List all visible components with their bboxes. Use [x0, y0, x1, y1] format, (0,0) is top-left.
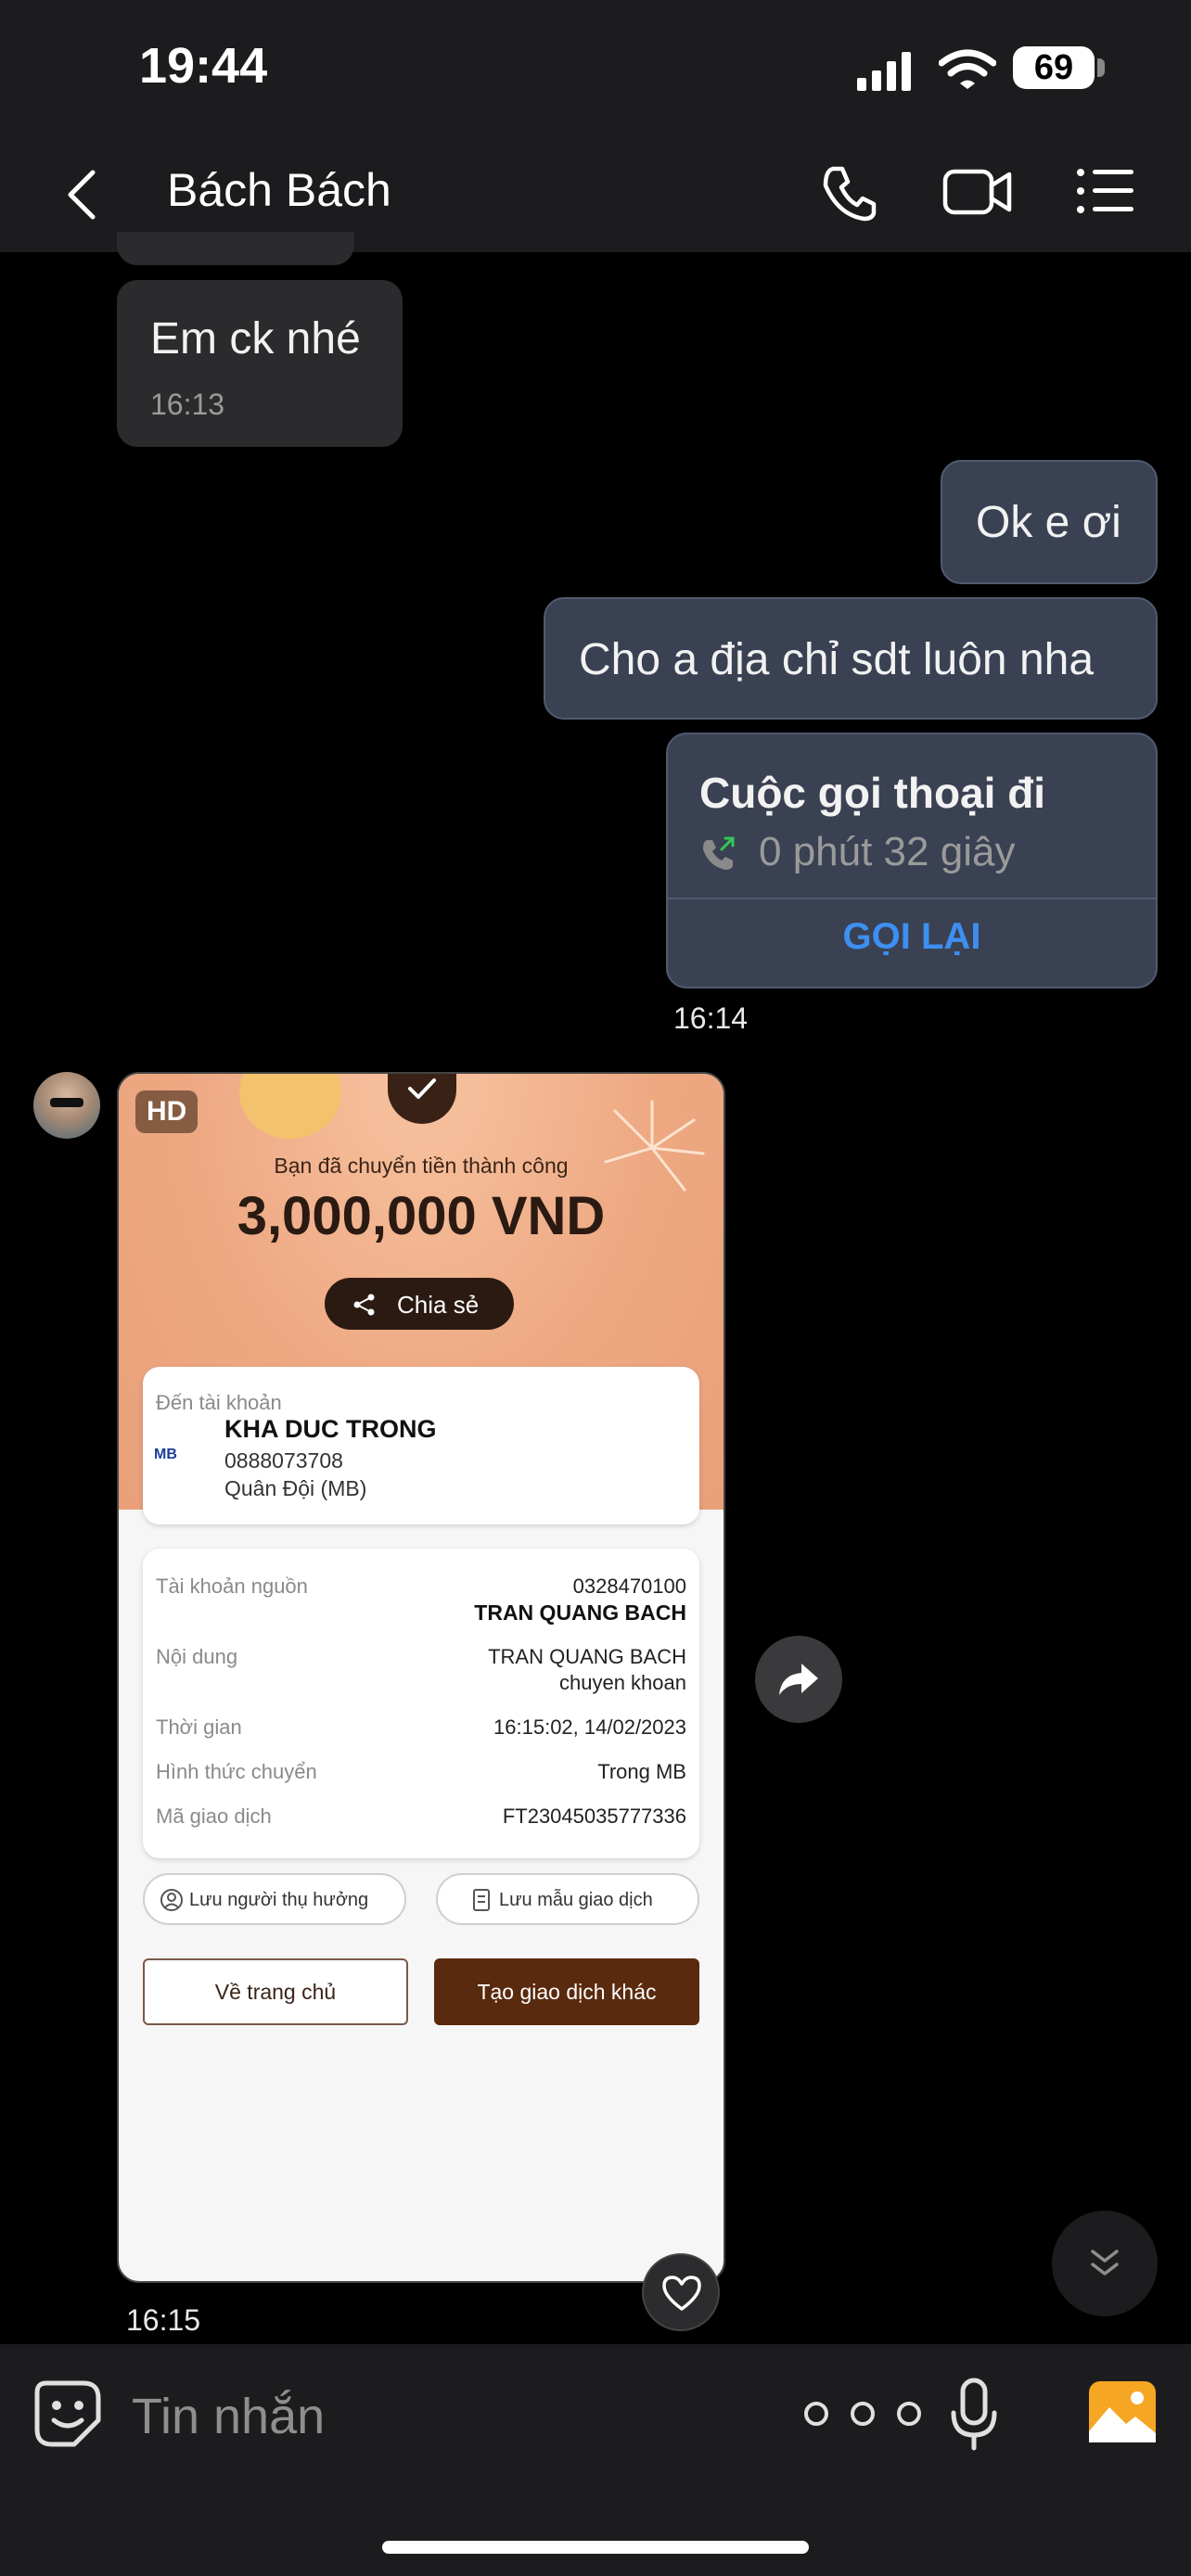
forward-arrow-icon	[779, 1664, 818, 1695]
message-text: Ok e ơi	[976, 498, 1121, 547]
call-title: Cuộc gọi thoại đi	[699, 769, 1046, 817]
message-time: 16:15	[126, 2303, 201, 2337]
message-input[interactable]	[130, 2383, 727, 2450]
hd-badge: HD	[135, 1090, 198, 1133]
status-time: 19:44	[139, 38, 268, 94]
detail-value: Trong MB	[597, 1760, 686, 1783]
avatar[interactable]	[33, 1072, 100, 1139]
detail-value-secondary: chuyen khoan	[559, 1671, 686, 1694]
detail-label: Mã giao dịch	[156, 1804, 272, 1828]
share-button[interactable]: Chia sẻ	[325, 1278, 514, 1330]
detail-value: 0328470100	[572, 1575, 686, 1598]
outgoing-message-bubble[interactable]: Cho a địa chỉ sdt luôn nha	[544, 597, 1158, 720]
scroll-to-bottom-button[interactable]	[1052, 2211, 1158, 2316]
incoming-message-bubble[interactable]: Em ck nhé 16:13	[117, 280, 403, 447]
sticker-emoji-icon[interactable]	[33, 2379, 102, 2448]
more-options-icon[interactable]	[801, 2400, 924, 2428]
reaction-heart-button[interactable]	[642, 2253, 720, 2331]
home-button-label: Về trang chủ	[214, 1979, 337, 2004]
detail-value: 16:15:02, 14/02/2023	[493, 1715, 686, 1739]
recipient-account-number: 0888073708	[224, 1448, 343, 1473]
message-text: Cho a địa chỉ sdt luôn nha	[579, 635, 1095, 684]
success-message: Bạn đã chuyển tiền thành công	[274, 1154, 569, 1178]
call-divider	[668, 898, 1156, 899]
heart-icon	[662, 2276, 701, 2311]
detail-label: Nội dung	[156, 1645, 238, 1668]
detail-label: Hình thức chuyển	[156, 1760, 317, 1783]
message-time: 16:14	[673, 1001, 749, 1035]
new-transaction-label: Tạo giao dịch khác	[477, 1979, 657, 2004]
avatar-glasses	[50, 1098, 83, 1107]
user-icon	[160, 1889, 183, 1911]
detail-value: TRAN QUANG BACH	[488, 1645, 686, 1668]
checkmark-icon	[408, 1078, 436, 1099]
save-beneficiary-button[interactable]: Lưu người thụ hưởng	[143, 1873, 406, 1925]
forward-button[interactable]	[755, 1636, 842, 1723]
battery-indicator: 69	[1013, 46, 1095, 89]
share-icon	[353, 1294, 375, 1316]
image-message[interactable]: HD Bạn đã chuyển tiền thành công 3,000,0…	[117, 1072, 725, 2283]
mb-bank-logo: MB	[154, 1447, 177, 1462]
chat-menu-icon[interactable]	[1076, 167, 1135, 215]
home-indicator	[382, 2541, 809, 2554]
message-text: Em ck nhé	[150, 314, 361, 363]
new-transaction-button[interactable]: Tạo giao dịch khác	[434, 1958, 699, 2025]
microphone-icon[interactable]	[950, 2378, 998, 2452]
recipient-name: KHA DUC TRONG	[224, 1415, 437, 1443]
call-card[interactable]: Cuộc gọi thoại đi 0 phút 32 giây GỌI LẠI	[666, 733, 1158, 988]
transaction-details-card: Tài khoản nguồn 0328470100 TRAN QUANG BA…	[143, 1549, 699, 1858]
document-icon	[473, 1889, 490, 1911]
detail-value-secondary: TRAN QUANG BACH	[474, 1600, 686, 1625]
save-beneficiary-label: Lưu người thụ hưởng	[189, 1890, 369, 1910]
battery-cap	[1097, 58, 1105, 77]
save-template-label: Lưu mẫu giao dịch	[499, 1890, 653, 1910]
home-button[interactable]: Về trang chủ	[143, 1958, 408, 2025]
detail-label: Tài khoản nguồn	[156, 1575, 308, 1598]
outgoing-call-icon	[703, 836, 735, 870]
call-duration: 0 phút 32 giây	[759, 829, 1016, 874]
back-chevron-icon[interactable]	[61, 167, 102, 223]
save-template-button[interactable]: Lưu mẫu giao dịch	[436, 1873, 699, 1925]
cellular-signal-icon	[857, 52, 911, 91]
contact-name[interactable]: Bách Bách	[167, 163, 391, 217]
message-time: 16:13	[150, 388, 225, 421]
phone-call-icon[interactable]	[820, 163, 879, 223]
double-chevron-down-icon	[1091, 2250, 1119, 2276]
call-back-button[interactable]: GỌI LẠI	[668, 916, 1156, 958]
detail-value: FT23045035777336	[502, 1804, 686, 1828]
photo-gallery-icon[interactable]	[1087, 2379, 1158, 2444]
outgoing-message-bubble[interactable]: Ok e ơi	[941, 460, 1158, 584]
previous-message-bubble	[117, 232, 354, 265]
recipient-card: Đến tài khoản MB KHA DUC TRONG 088807370…	[143, 1367, 699, 1524]
wifi-icon	[939, 49, 996, 89]
recipient-bank: Quân Đội (MB)	[224, 1476, 367, 1500]
detail-label: Thời gian	[156, 1715, 242, 1739]
video-call-icon[interactable]	[942, 167, 1013, 217]
transfer-amount: 3,000,000 VND	[237, 1186, 606, 1246]
to-account-label: Đến tài khoản	[156, 1391, 282, 1414]
share-label: Chia sẻ	[397, 1291, 480, 1319]
